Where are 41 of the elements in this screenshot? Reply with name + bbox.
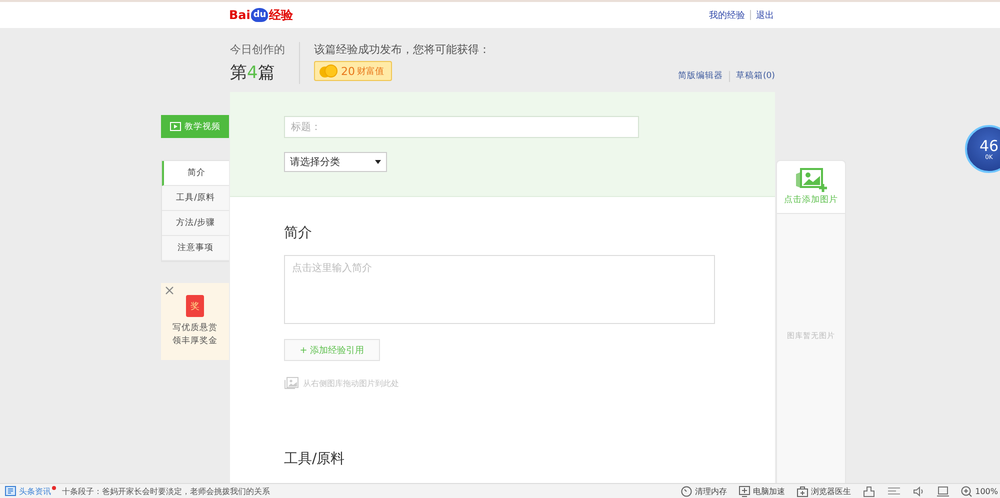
section-tab[interactable]: 简介 [162, 161, 229, 186]
medical-kit-icon [797, 486, 808, 496]
editor-link[interactable]: 草稿箱(0) [736, 70, 775, 82]
add-image-icon [794, 168, 828, 192]
zoom-control[interactable]: 100% [961, 486, 998, 496]
promo-text: 写优质悬赏 [172, 322, 218, 335]
top-link[interactable]: 我的经验 [709, 8, 745, 22]
reward-badge: 20 财富值 [314, 61, 392, 81]
section-tab[interactable]: 工具/原料 [162, 186, 229, 211]
top-link[interactable]: 退出 [756, 8, 774, 22]
editor-link[interactable]: 简版编辑器 [678, 70, 723, 82]
drag-hint: 从右侧图库拖动图片到此处 [303, 378, 399, 388]
close-icon[interactable] [165, 286, 174, 295]
title-field[interactable]: 标题： [284, 116, 639, 138]
section-tab[interactable]: 注意事项 [162, 236, 229, 261]
screen-icon[interactable] [937, 486, 950, 496]
news-icon [5, 486, 16, 496]
reward-intro: 该篇经验成功发布，您将可能获得： [314, 42, 490, 57]
news-link[interactable]: 头条资讯 [5, 486, 51, 496]
dropdown-caret-icon [375, 160, 381, 164]
today-label: 今日创作的 [230, 42, 285, 57]
promo-text: 领丰厚奖金 [172, 335, 218, 348]
image-icon [284, 377, 299, 389]
status-tool[interactable]: 电脑加速 [739, 486, 786, 496]
prize-envelope: 奖 [186, 295, 204, 317]
coin-icon [319, 64, 339, 78]
monitor-icon [739, 486, 750, 496]
article-count: 第4篇 [230, 62, 276, 84]
section-heading: 工具/原料 [284, 450, 345, 468]
category-select[interactable]: 请选择分类 [284, 152, 387, 172]
video-icon [170, 122, 180, 131]
volume-icon[interactable] [913, 486, 926, 496]
news-headline[interactable]: 十条段子：爸妈开家长会时要淡定，老师会挑拨我们的关系 [62, 486, 270, 496]
logo[interactable]: Bai du 经验 [229, 6, 294, 24]
status-tool[interactable]: 清理内存 [681, 486, 728, 496]
status-tool[interactable]: 浏览器医生 [797, 486, 852, 496]
section-heading: 简介 [284, 224, 312, 242]
intro-field[interactable]: 点击这里输入简介 [284, 255, 715, 324]
gauge-icon [681, 486, 692, 496]
zoom-icon [961, 486, 972, 496]
section-tab[interactable]: 方法/步骤 [162, 211, 229, 236]
